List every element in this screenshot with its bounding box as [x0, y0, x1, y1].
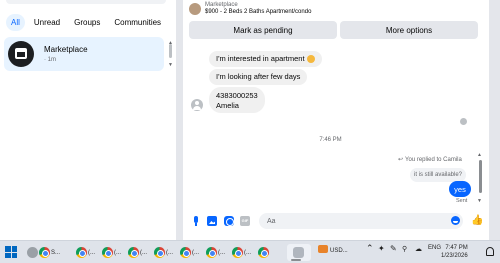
conversation-name: Marketplace [44, 45, 88, 54]
currency-icon [318, 245, 328, 253]
search-bar-edge[interactable] [6, 0, 166, 4]
microphone-icon[interactable] [191, 216, 201, 226]
chrome-icon [128, 247, 139, 258]
mouse-icon[interactable]: ✦ [378, 244, 385, 253]
conversation-time: · 1m [44, 57, 56, 63]
conversation-list-panel: All Unread Groups Communities Marketplac… [0, 0, 176, 240]
usd-ticker[interactable]: USD... [318, 245, 348, 254]
message-composer: GIF 👍 [183, 210, 489, 232]
filter-unread[interactable]: Unread [29, 14, 65, 31]
taskbar-app-active[interactable] [287, 244, 311, 261]
taskbar-app-label: S... [51, 249, 61, 256]
shop-icon [15, 48, 27, 59]
chrome-icon [76, 247, 87, 258]
message-timestamp: 7:46 PM [319, 137, 342, 143]
taskbar: S... (... (... (... (... (... (... (... … [0, 240, 500, 263]
message-text: I'm looking after few days [216, 71, 301, 81]
reply-arrow-icon: ↩ [398, 157, 404, 163]
taskbar-app-label: (... [244, 249, 251, 256]
emoji-icon[interactable] [451, 216, 460, 225]
message-text: I'm interested in apartment [216, 53, 305, 63]
quoted-message[interactable]: it is still available? [410, 168, 466, 182]
active-indicator [291, 259, 301, 261]
taskbar-app-label: (... [166, 249, 173, 256]
more-options-button[interactable]: More options [340, 21, 478, 39]
system-clock[interactable]: 7:47 PM 1/23/2026 [441, 244, 468, 261]
paint-icon[interactable]: ✎ [390, 244, 397, 253]
clock-date: 1/23/2026 [441, 253, 468, 260]
notification-bell-icon[interactable] [486, 247, 494, 256]
outgoing-message: yes [449, 181, 471, 197]
scroll-down-arrow-icon[interactable]: ▼ [477, 198, 482, 204]
taskbar-app-label: (... [218, 249, 225, 256]
listing-header[interactable]: Marketplace $900 - 2 Beds 2 Baths Apartm… [189, 2, 311, 16]
photo-icon[interactable] [207, 216, 217, 226]
chrome-icon [232, 247, 243, 258]
incoming-message: 4383000253 Amelia [209, 87, 265, 113]
marketplace-avatar [8, 41, 34, 67]
window-icon [293, 247, 304, 258]
chevron-up-icon[interactable]: ⌃ [366, 243, 374, 254]
taskbar-app-label: (... [192, 249, 199, 256]
app-icon [27, 247, 38, 258]
reply-note-text: You replied to Camila [405, 157, 462, 163]
message-name: Amelia [216, 101, 239, 111]
taskbar-app[interactable]: (... [102, 244, 121, 261]
taskbar-app[interactable]: (... [154, 244, 173, 261]
filter-all[interactable]: All [6, 14, 25, 31]
listing-title: $900 - 2 Beds 2 Baths Apartment/condo [205, 8, 312, 15]
smile-emoji-icon [306, 55, 315, 63]
taskbar-app[interactable]: S... [27, 244, 60, 261]
message-phone: 4383000253 [216, 91, 258, 100]
clock-time: 7:47 PM [445, 245, 468, 251]
chrome-icon [180, 247, 191, 258]
language-indicator[interactable]: ENG [428, 245, 441, 251]
taskbar-app[interactable]: (... [128, 244, 147, 261]
cloud-icon[interactable]: ☁ [415, 245, 422, 253]
message-input[interactable] [259, 213, 463, 229]
sender-avatar[interactable] [191, 99, 203, 111]
taskbar-app[interactable]: (... [206, 244, 225, 261]
filter-groups[interactable]: Groups [69, 14, 105, 31]
chat-scrollbar[interactable] [479, 160, 482, 193]
scroll-up-arrow-icon[interactable]: ▲ [477, 152, 482, 158]
thumbs-up-icon[interactable]: 👍 [471, 215, 483, 226]
message-status: Sent [456, 198, 468, 204]
incoming-message: I'm interested in apartment [209, 51, 322, 67]
filter-chips: All Unread Groups Communities [6, 14, 166, 31]
conversation-item-marketplace[interactable]: Marketplace · 1m [4, 37, 164, 71]
chrome-icon [206, 247, 217, 258]
listing-source: Marketplace [205, 2, 238, 8]
listing-thumbnail [189, 2, 201, 15]
windows-start-icon[interactable] [5, 246, 17, 258]
filter-communities[interactable]: Communities [109, 14, 166, 31]
sticker-icon[interactable] [224, 216, 234, 226]
usb-icon[interactable]: ⚲ [402, 245, 407, 253]
reply-context: ↩ You replied to Camila [398, 156, 462, 163]
ticker-label: USD... [330, 248, 348, 254]
seen-indicator-icon [460, 118, 467, 125]
chrome-icon [258, 247, 269, 258]
taskbar-app-label: (... [88, 249, 95, 256]
taskbar-app[interactable]: (... [180, 244, 199, 261]
taskbar-app[interactable]: (... [232, 244, 251, 261]
chrome-icon [154, 247, 165, 258]
chrome-icon [102, 247, 113, 258]
scroll-down-arrow-icon[interactable]: ▼ [168, 62, 173, 68]
taskbar-app[interactable] [258, 244, 270, 261]
incoming-message: I'm looking after few days [209, 69, 308, 85]
taskbar-app-label: (... [140, 249, 147, 256]
conversation-list-scrollbar[interactable] [169, 44, 172, 58]
chat-panel: Marketplace $900 - 2 Beds 2 Baths Apartm… [183, 0, 489, 240]
taskbar-app[interactable]: (... [76, 244, 95, 261]
taskbar-app-label: (... [114, 249, 121, 256]
gif-icon[interactable]: GIF [240, 216, 250, 226]
mark-as-pending-button[interactable]: Mark as pending [189, 21, 337, 39]
chrome-icon [39, 247, 50, 258]
